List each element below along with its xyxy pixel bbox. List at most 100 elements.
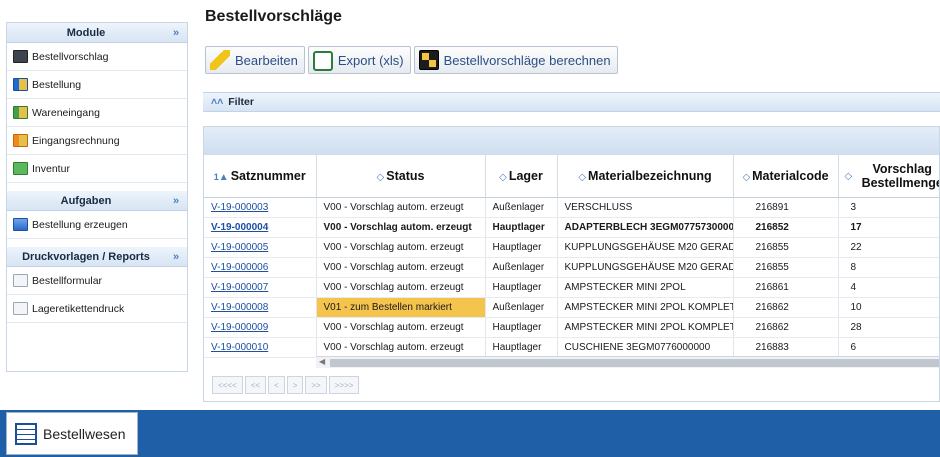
- sidebar-item-label: Bestellvorschlag: [32, 50, 109, 63]
- satznummer-link[interactable]: V-19-000009: [204, 317, 317, 338]
- section-reports-header[interactable]: Druckvorlagen / Reports »: [7, 247, 187, 267]
- materialcode-cell: 216855: [733, 237, 839, 258]
- order-create-icon: [13, 218, 28, 231]
- sidebar-item-bestellvorschlag[interactable]: Bestellvorschlag: [7, 43, 187, 71]
- column-header-status[interactable]: ◇ Status: [316, 155, 486, 198]
- collapse-chevron-icon[interactable]: »: [165, 251, 187, 263]
- column-header-lager[interactable]: ◇ Lager: [485, 155, 558, 198]
- prev-block-button[interactable]: <<: [244, 376, 267, 394]
- materialbezeichnung-cell: VERSCHLUSS: [557, 197, 734, 218]
- section-aufgaben-header[interactable]: Aufgaben »: [7, 191, 187, 211]
- table-row[interactable]: V-19-000007 V00 - Vorschlag autom. erzeug…: [204, 277, 939, 298]
- status-cell: V00 - Vorschlag autom. erzeugt: [316, 197, 486, 218]
- edit-button[interactable]: Bearbeiten: [205, 46, 305, 74]
- inventur-icon: [13, 162, 28, 175]
- taskbar-item-bestellwesen[interactable]: Bestellwesen: [6, 412, 138, 455]
- lager-cell: Außenlager: [485, 197, 558, 218]
- satznummer-link[interactable]: V-19-000005: [204, 237, 317, 258]
- sidebar-item-eingangsrechnung[interactable]: Eingangsrechnung: [7, 127, 187, 155]
- next-page-button[interactable]: >: [286, 376, 304, 394]
- satznummer-link[interactable]: V-19-000004: [204, 217, 317, 238]
- section-aufgaben-label: Aufgaben: [60, 194, 112, 207]
- status-cell: V00 - Vorschlag autom. erzeugt: [316, 217, 486, 238]
- export-xls-button[interactable]: Export (xls): [307, 46, 411, 74]
- sidebar-item-label: Bestellformular: [32, 274, 103, 287]
- sort-asc-icon: ▲: [218, 171, 229, 183]
- table-row[interactable]: V-19-000005 V00 - Vorschlag autom. erzeug…: [204, 237, 939, 258]
- materialcode-cell: 216883: [733, 337, 839, 358]
- materialbezeichnung-cell: KUPPLUNGSGEHÄUSE M20 GERADE: [557, 257, 734, 278]
- column-header-satznummer[interactable]: 1▲ Satznummer: [204, 155, 317, 198]
- section-reports-label: Druckvorlagen / Reports: [22, 250, 150, 263]
- table-row[interactable]: V-19-000004 V00 - Vorschlag autom. erzeug…: [204, 217, 939, 238]
- satznummer-link[interactable]: V-19-000003: [204, 197, 317, 218]
- filter-panel-header[interactable]: ˄˄ Filter: [203, 92, 940, 112]
- table-row[interactable]: V-19-000006 V00 - Vorschlag autom. erzeug…: [204, 257, 939, 278]
- column-label: Vorschlag Bestellmenge: [861, 161, 940, 190]
- sidebar-item-lageretikettendruck[interactable]: Lageretikettendruck: [7, 295, 187, 323]
- lager-cell: Außenlager: [485, 257, 558, 278]
- column-header-materialcode[interactable]: ◇ Materialcode: [733, 155, 839, 198]
- materialcode-cell: 216862: [733, 317, 839, 338]
- satznummer-link[interactable]: V-19-000010: [204, 337, 317, 358]
- sort-icon: ◇: [376, 171, 385, 183]
- column-label: Lager: [508, 168, 543, 183]
- expand-chevron-icon[interactable]: ˄˄: [211, 96, 223, 108]
- table-row[interactable]: V-19-000003 V00 - Vorschlag autom. erzeug…: [204, 197, 939, 218]
- column-header-vorschlag-bestellmenge[interactable]: ◇ Vorschlag Bestellmenge: [838, 155, 940, 198]
- column-label: Status: [386, 168, 425, 183]
- prev-page-button[interactable]: <: [268, 376, 285, 394]
- sidebar-item-bestellung-erzeugen[interactable]: Bestellung erzeugen: [7, 211, 187, 239]
- satznummer-link[interactable]: V-19-000006: [204, 257, 317, 278]
- lager-cell: Hauptlager: [485, 217, 558, 238]
- excel-icon: [312, 50, 333, 71]
- sidebar-item-label: Wareneingang: [32, 106, 100, 119]
- status-cell: V00 - Vorschlag autom. erzeugt: [316, 257, 486, 278]
- table-row[interactable]: V-19-000009 V00 - Vorschlag autom. erzeug…: [204, 317, 939, 338]
- calculate-proposals-button[interactable]: Bestellvorschläge berechnen: [413, 46, 618, 74]
- last-page-button[interactable]: >>>>: [328, 376, 360, 394]
- materialcode-cell: 216862: [733, 297, 839, 318]
- bestellmenge-cell: 17: [838, 217, 939, 238]
- column-label: Materialbezeichnung: [588, 168, 712, 183]
- sidebar: Module » Bestellvorschlag Bestellung War…: [6, 22, 188, 372]
- table-row[interactable]: V-19-000010 V00 - Vorschlag autom. erzeug…: [204, 337, 939, 358]
- sort-icon: ◇: [578, 171, 587, 183]
- sidebar-item-label: Bestellung erzeugen: [32, 218, 128, 231]
- materialcode-cell: 216855: [733, 257, 839, 278]
- bestellmenge-cell: 22: [838, 237, 939, 258]
- edit-button-label: Bearbeiten: [235, 52, 298, 68]
- sidebar-item-bestellung[interactable]: Bestellung: [7, 71, 187, 99]
- table-icon: [13, 134, 28, 147]
- status-cell: V00 - Vorschlag autom. erzeugt: [316, 317, 486, 338]
- sidebar-item-label: Bestellung: [32, 78, 82, 91]
- first-page-button[interactable]: <<<<: [212, 376, 243, 394]
- status-cell: V00 - Vorschlag autom. erzeugt: [316, 277, 486, 298]
- table-row[interactable]: V-19-000008 V01 - zum Bestellen markiert A…: [204, 297, 939, 318]
- sidebar-item-wareneingang[interactable]: Wareneingang: [7, 99, 187, 127]
- scrollbar-thumb[interactable]: [330, 359, 939, 367]
- scroll-left-icon[interactable]: ◀: [319, 357, 325, 366]
- proposals-table: 1▲ Satznummer ◇ Status ◇ Lager ◇ Materialbez…: [204, 155, 940, 358]
- horizontal-scrollbar[interactable]: ◀: [316, 356, 939, 368]
- sidebar-item-bestellformular[interactable]: Bestellformular: [7, 267, 187, 295]
- taskbar-item-label: Bestellwesen: [43, 425, 126, 442]
- section-module-header[interactable]: Module »: [7, 23, 187, 43]
- collapse-chevron-icon[interactable]: »: [165, 27, 187, 39]
- lager-cell: Außenlager: [485, 297, 558, 318]
- column-header-materialbezeichnung[interactable]: ◇ Materialbezeichnung: [557, 155, 734, 198]
- table-icon: [13, 78, 28, 91]
- lager-cell: Hauptlager: [485, 337, 558, 358]
- satznummer-link[interactable]: V-19-000008: [204, 297, 317, 318]
- next-block-button[interactable]: >>: [305, 376, 327, 394]
- grid-toolbar: [204, 127, 939, 155]
- bestellmenge-cell: 3: [838, 197, 939, 218]
- lager-cell: Hauptlager: [485, 277, 558, 298]
- bestellmenge-cell: 10: [838, 297, 939, 318]
- column-label: Satznummer: [230, 168, 306, 183]
- sidebar-item-inventur[interactable]: Inventur: [7, 155, 187, 183]
- materialbezeichnung-cell: KUPPLUNGSGEHÄUSE M20 GERADE: [557, 237, 734, 258]
- calculator-icon: [418, 50, 439, 70]
- satznummer-link[interactable]: V-19-000007: [204, 277, 317, 298]
- collapse-chevron-icon[interactable]: »: [165, 195, 187, 207]
